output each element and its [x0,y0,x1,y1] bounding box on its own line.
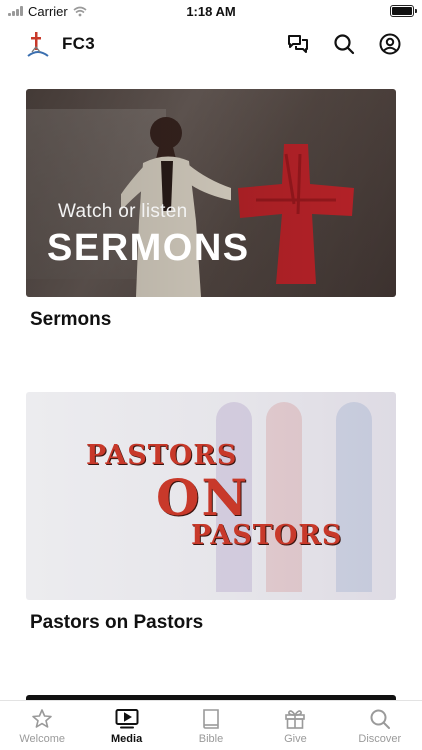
tab-label-bible: Bible [198,733,224,745]
tab-label-discover: Discover [358,733,402,745]
tab-bible[interactable]: Bible [169,701,253,750]
sermons-card-title[interactable]: Sermons [30,309,396,331]
tab-welcome[interactable]: Welcome [0,701,84,750]
play-screen-icon [115,708,139,730]
app-title: FC3 [62,34,96,53]
search-icon[interactable] [332,32,356,56]
pastors-word-1: PASTORS [86,440,238,471]
tab-label-give: Give [284,733,307,745]
battery-icon [390,5,417,17]
signal-icon [8,6,23,16]
gift-icon [283,708,307,730]
tab-label-welcome: Welcome [19,733,66,745]
tab-give[interactable]: Give [253,701,337,750]
app-header: FC3 [0,26,422,62]
pastors-on-pastors-card[interactable]: PASTORS ON PASTORS Pastors on Pastors [26,392,396,634]
status-right [264,5,417,17]
tab-label-media: Media [111,733,143,745]
status-left: Carrier [8,4,158,19]
tab-bar: Welcome Media Bible Give Discover [0,700,422,750]
status-time: 1:18 AM [186,3,236,19]
sermons-image-title: SERMONS [47,227,250,269]
messages-icon[interactable] [286,32,310,56]
on-word: ON [156,468,250,527]
sermons-card[interactable]: Watch or listen SERMONS Sermons [26,89,396,331]
status-bar: Carrier 1:18 AM [0,0,422,22]
pastors-on-pastors-card-title[interactable]: Pastors on Pastors [30,612,396,634]
wifi-icon [73,6,87,16]
star-icon [30,708,54,730]
pastors-on-pastors-image[interactable]: PASTORS ON PASTORS [26,392,396,600]
church-logo [24,29,52,59]
account-icon[interactable] [378,32,402,56]
tab-media[interactable]: Media [84,701,168,750]
carrier-label: Carrier [28,3,68,19]
header-actions [286,32,402,56]
search-icon [368,708,392,730]
sermons-image-subtitle: Watch or listen [58,201,188,222]
tab-discover[interactable]: Discover [338,701,422,750]
pastors-word-2: PASTORS [191,520,343,551]
book-icon [199,708,223,730]
sermons-image[interactable]: Watch or listen SERMONS [26,89,396,297]
